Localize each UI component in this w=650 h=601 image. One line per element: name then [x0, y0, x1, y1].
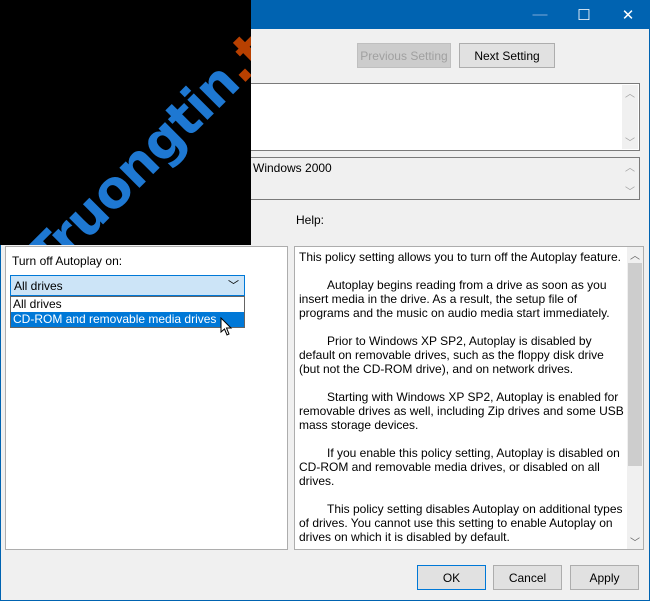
maximize-button[interactable]: ☐ — [562, 0, 606, 29]
comment-scrollbar[interactable]: ︿ ﹀ — [622, 85, 638, 149]
dropdown-option-all-drives[interactable]: All drives — [11, 297, 244, 312]
chevron-down-icon: ﹀ — [228, 280, 239, 292]
options-label: Turn off Autoplay on: — [12, 254, 123, 268]
chevron-up-icon[interactable]: ︿ — [630, 247, 640, 262]
supported-scrollbar[interactable]: ︿ ﹀ — [622, 159, 638, 198]
help-scrollbar[interactable]: ︿ ﹀ — [627, 247, 643, 549]
help-label: Help: — [296, 213, 325, 227]
options-panel: Turn off Autoplay on: All drives ﹀ All d… — [5, 246, 288, 550]
chevron-down-icon: ﹀ — [625, 138, 635, 149]
supported-on-box[interactable]: Windows 2000 ︿ ﹀ — [240, 157, 640, 200]
chevron-up-icon: ︿ — [625, 89, 635, 100]
previous-setting-button[interactable]: Previous Setting — [357, 43, 451, 68]
help-paragraph: Prior to Windows XP SP2, Autoplay is dis… — [299, 334, 604, 376]
autoplay-dropdown[interactable]: All drives ﹀ — [10, 275, 245, 296]
chevron-down-icon[interactable]: ﹀ — [630, 534, 640, 549]
next-setting-button[interactable]: Next Setting — [459, 43, 555, 68]
mouse-cursor-icon — [220, 317, 233, 336]
help-panel: This policy setting allows you to turn o… — [294, 246, 644, 550]
chevron-down-icon: ﹀ — [625, 187, 635, 198]
watermark-overlay: Truongtin.top — [0, 0, 251, 245]
apply-button[interactable]: Apply — [570, 565, 639, 590]
help-paragraph: This policy setting allows you to turn o… — [299, 250, 621, 264]
supported-on-value: Windows 2000 — [253, 161, 332, 175]
minimize-button[interactable]: — — [518, 0, 562, 29]
ok-button[interactable]: OK — [417, 565, 486, 590]
cancel-button[interactable]: Cancel — [493, 565, 562, 590]
help-paragraph: This policy setting disables Autoplay on… — [299, 502, 623, 544]
scrollbar-thumb[interactable] — [628, 263, 642, 466]
dropdown-selected: All drives — [14, 279, 63, 293]
help-text: This policy setting allows you to turn o… — [299, 250, 625, 558]
help-paragraph: If you enable this policy setting, Autop… — [299, 446, 620, 488]
chevron-up-icon: ︿ — [625, 163, 635, 174]
dropdown-option-cdrom-removable[interactable]: CD-ROM and removable media drives — [11, 312, 244, 327]
close-button[interactable]: ✕ — [606, 0, 650, 29]
help-paragraph: Starting with Windows XP SP2, Autoplay i… — [299, 390, 624, 432]
dropdown-list: All drives CD-ROM and removable media dr… — [10, 296, 245, 328]
comment-textarea[interactable]: ︿ ﹀ — [240, 83, 640, 151]
watermark-logo: Truongtin.top — [15, 0, 251, 245]
help-paragraph: Autoplay begins reading from a drive as … — [299, 278, 610, 320]
